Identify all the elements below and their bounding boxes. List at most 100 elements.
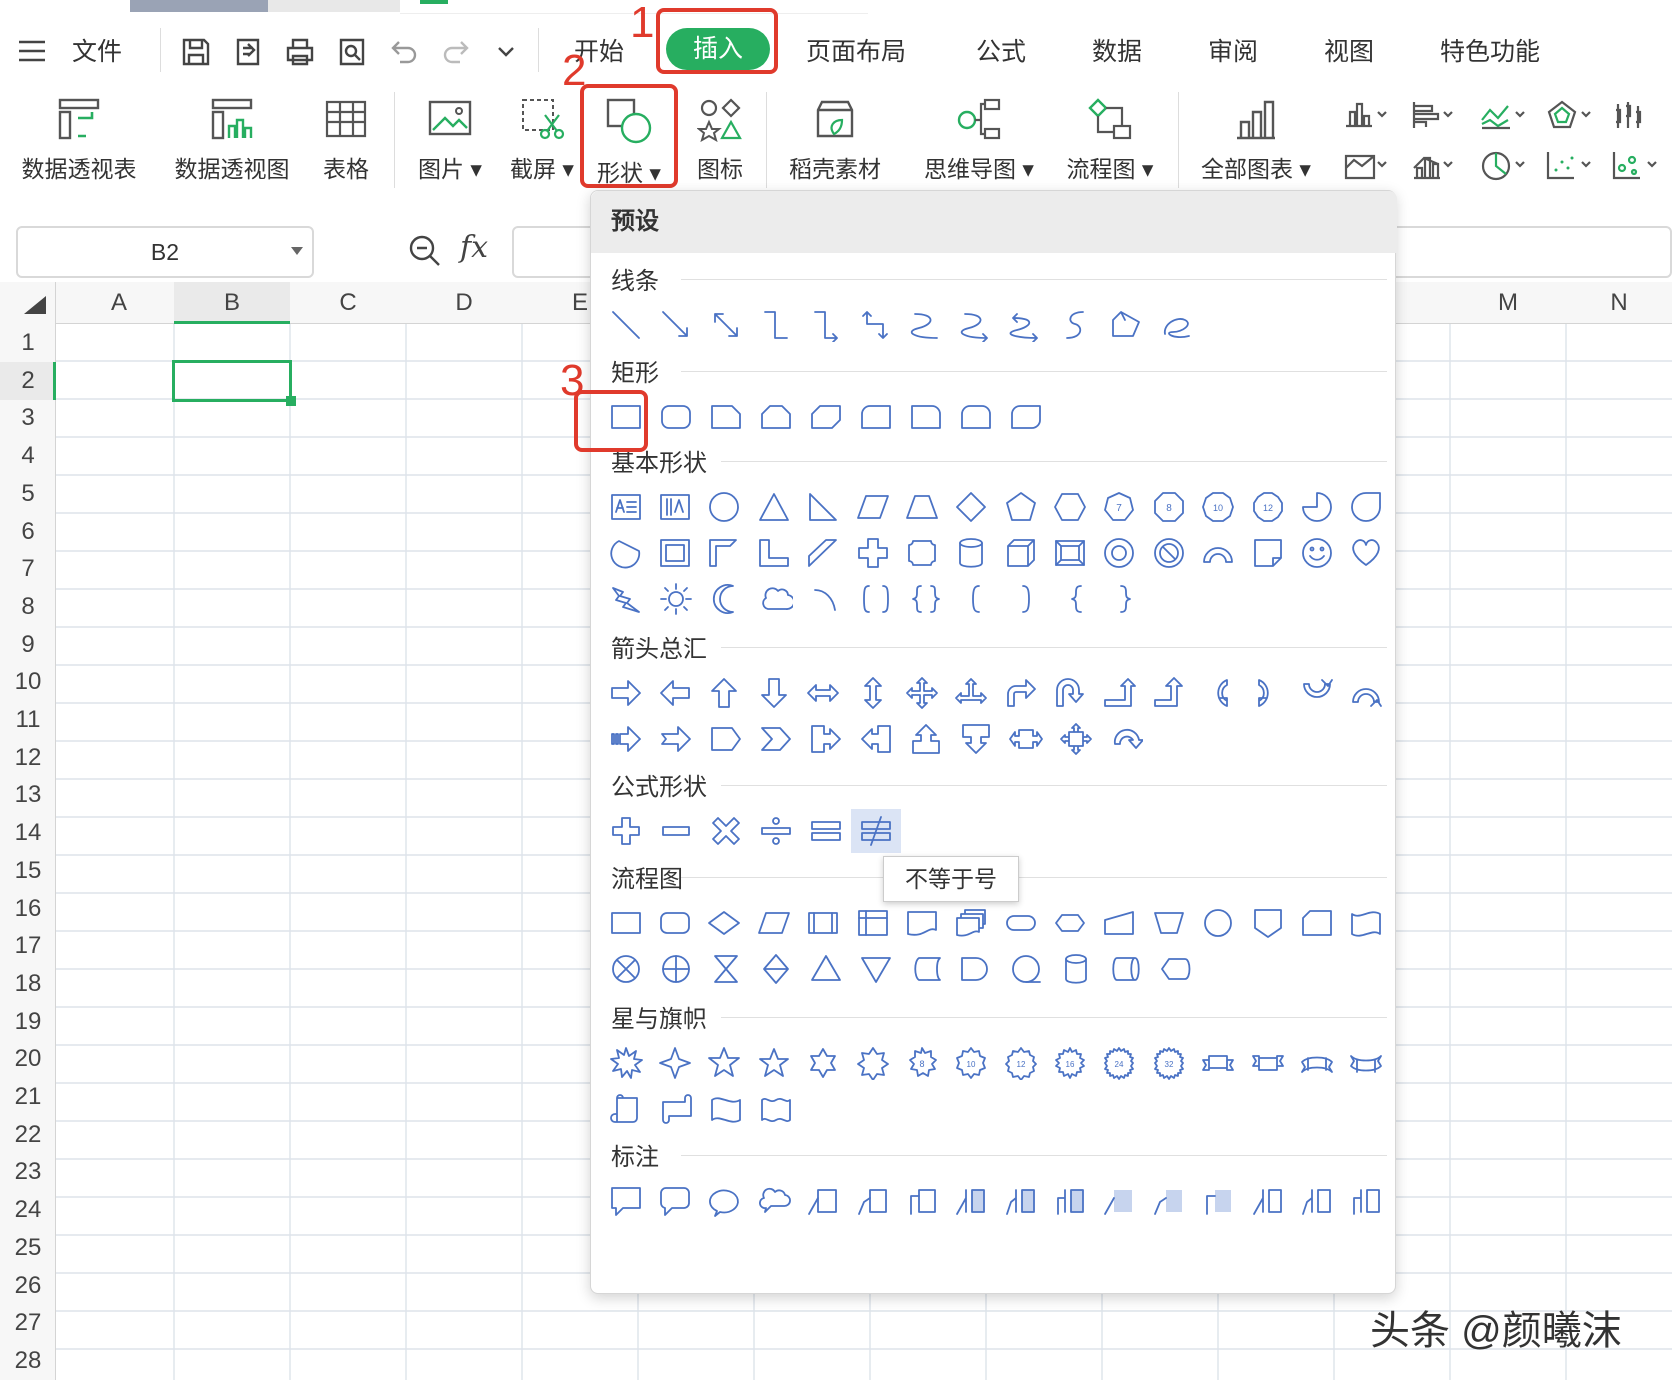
shape-fsort-icon[interactable] <box>751 947 801 991</box>
shape-snip2-icon[interactable] <box>751 395 801 439</box>
shape-chord-icon[interactable] <box>601 531 650 575</box>
shape-scribble-icon[interactable] <box>1151 303 1201 347</box>
row-header-10[interactable]: 10 <box>0 663 56 701</box>
shape-cloud-icon[interactable] <box>751 577 801 621</box>
shape-fdecision-icon[interactable] <box>700 901 749 945</box>
shape-minus-icon[interactable] <box>651 809 701 853</box>
shape-fmanual-icon[interactable] <box>1095 901 1144 945</box>
shape-pie-icon[interactable] <box>1292 485 1341 529</box>
export-icon[interactable] <box>232 36 264 68</box>
file-menu[interactable]: 文件 <box>72 32 122 68</box>
pivot-chart-button[interactable]: 数据透视图 <box>170 96 294 184</box>
shape-notched-icon[interactable] <box>651 717 701 761</box>
shape-lrarrow-icon[interactable] <box>799 671 848 715</box>
undo-icon[interactable] <box>388 36 420 68</box>
shape-round3-icon[interactable] <box>951 395 1001 439</box>
shape-uturn-icon[interactable] <box>1045 671 1094 715</box>
shape-finternal-icon[interactable] <box>848 901 897 945</box>
shape-vscroll-icon[interactable] <box>601 1087 651 1131</box>
shape-poly12-icon[interactable]: 12 <box>1243 485 1292 529</box>
shape-fpredef-icon[interactable] <box>799 901 848 945</box>
column-header-d[interactable]: D <box>406 282 522 324</box>
shape-curvu-icon[interactable] <box>1292 671 1341 715</box>
material-button[interactable]: 稻壳素材 <box>780 96 890 184</box>
shape-callrect-icon[interactable] <box>601 1179 650 1223</box>
shape-line-icon[interactable] <box>601 303 651 347</box>
shape-curve-icon[interactable] <box>901 303 951 347</box>
shape-fmultidoc-icon[interactable] <box>947 901 996 945</box>
row-header-12[interactable]: 12 <box>0 739 56 777</box>
shape-acc3-icon[interactable] <box>1045 1179 1094 1223</box>
shape-rcallout-icon[interactable] <box>801 717 851 761</box>
row-header-11[interactable]: 11 <box>0 701 56 739</box>
shape-fconn-icon[interactable] <box>1194 901 1243 945</box>
shape-fmerge-icon[interactable] <box>851 947 901 991</box>
column-header-a[interactable]: A <box>60 282 178 324</box>
shape-smile-icon[interactable] <box>1292 531 1341 575</box>
shape-frame-icon[interactable] <box>650 531 699 575</box>
shape-ribbonup-icon[interactable] <box>1194 1041 1243 1085</box>
table-button[interactable]: 表格 <box>316 96 376 184</box>
row-header-2[interactable]: 2 <box>0 362 56 400</box>
shape-textbox-icon[interactable] <box>601 485 650 529</box>
row-header-27[interactable]: 27 <box>0 1304 56 1342</box>
shape-rbrace-icon[interactable] <box>1101 577 1151 621</box>
shape-wave-icon[interactable] <box>701 1087 751 1131</box>
shape-curvl-icon[interactable] <box>1243 671 1292 715</box>
row-header-5[interactable]: 5 <box>0 475 56 513</box>
shape-elbow2-icon[interactable] <box>851 303 901 347</box>
shape-bb3-icon[interactable] <box>1342 1179 1391 1223</box>
column-header-b[interactable]: B <box>174 282 290 324</box>
row-header-22[interactable]: 22 <box>0 1116 56 1154</box>
row-header-20[interactable]: 20 <box>0 1040 56 1078</box>
row-header-13[interactable]: 13 <box>0 776 56 814</box>
shape-calloval-icon[interactable] <box>700 1179 749 1223</box>
fill-handle[interactable] <box>286 396 296 406</box>
save-icon[interactable] <box>180 36 212 68</box>
shape-star7-icon[interactable] <box>848 1041 897 1085</box>
shape-elbowarrow-icon[interactable] <box>801 303 851 347</box>
shape-curve2-icon[interactable] <box>1001 303 1051 347</box>
shape-fdata-icon[interactable] <box>749 901 798 945</box>
shape-pentarrow-icon[interactable] <box>701 717 751 761</box>
print-preview-icon[interactable] <box>336 36 368 68</box>
shape-ribbondn-icon[interactable] <box>1243 1041 1292 1085</box>
row-header-25[interactable]: 25 <box>0 1229 56 1267</box>
shape-tear-icon[interactable] <box>1342 485 1391 529</box>
row-header-1[interactable]: 1 <box>0 324 56 362</box>
shape-udarrow-icon[interactable] <box>848 671 897 715</box>
shape-ucallout-icon[interactable] <box>901 717 951 761</box>
shape-darrow-icon[interactable] <box>749 671 798 715</box>
shape-star24-icon[interactable]: 24 <box>1095 1041 1144 1085</box>
row-header-8[interactable]: 8 <box>0 588 56 626</box>
pivot-table-button[interactable]: 数据透视表 <box>18 96 140 184</box>
shape-bb1-icon[interactable] <box>1243 1179 1292 1223</box>
picture-button[interactable]: 图片 ▾ <box>412 96 488 184</box>
tab-view[interactable]: 视图 <box>1324 32 1374 68</box>
shape-heart-icon[interactable] <box>1342 531 1391 575</box>
column-header-n[interactable]: N <box>1566 282 1672 324</box>
shape-larrow-icon[interactable] <box>650 671 699 715</box>
shape-dcallout-icon[interactable] <box>951 717 1001 761</box>
shape-star32-icon[interactable]: 32 <box>1144 1041 1193 1085</box>
row-header-6[interactable]: 6 <box>0 513 56 551</box>
row-header-7[interactable]: 7 <box>0 550 56 588</box>
shape-lbrace-icon[interactable] <box>1051 577 1101 621</box>
shape-divide-icon[interactable] <box>751 809 801 853</box>
shape-dbrace-icon[interactable] <box>901 577 951 621</box>
shape-callcloud-icon[interactable] <box>749 1179 798 1223</box>
function-icon[interactable]: fx <box>460 230 488 265</box>
shape-nb3-icon[interactable] <box>1194 1179 1243 1223</box>
chevron-down-icon[interactable] <box>496 44 516 60</box>
shape-dbrack-icon[interactable] <box>851 577 901 621</box>
tab-data[interactable]: 数据 <box>1092 32 1142 68</box>
shape-mult-icon[interactable] <box>701 809 751 853</box>
shape-lbrack-icon[interactable] <box>951 577 1001 621</box>
shape-circle-icon[interactable] <box>700 485 749 529</box>
shape-fcard-icon[interactable] <box>1292 901 1341 945</box>
shape-can-icon[interactable] <box>947 531 996 575</box>
shape-fextract-icon[interactable] <box>801 947 851 991</box>
selected-cell-b2[interactable] <box>172 360 292 402</box>
shape-tri-icon[interactable] <box>749 485 798 529</box>
shape-bentarrow-icon[interactable] <box>996 671 1045 715</box>
